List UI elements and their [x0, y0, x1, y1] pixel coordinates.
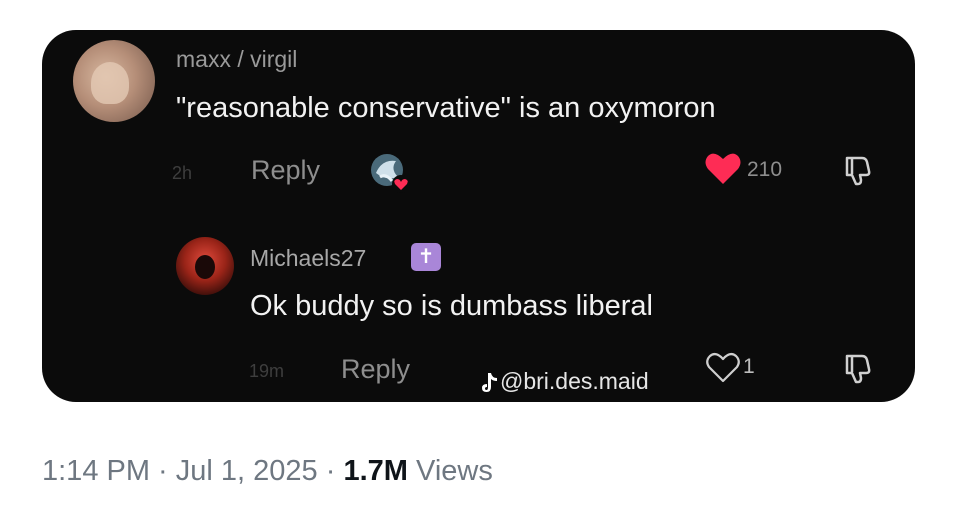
separator: · — [150, 455, 176, 487]
post-date[interactable]: Jul 1, 2025 — [176, 455, 318, 487]
comment-username[interactable]: Michaels27 — [250, 245, 366, 272]
post-time[interactable]: 1:14 PM — [42, 455, 150, 487]
creator-liked-avatar-icon — [371, 154, 410, 193]
avatar[interactable] — [176, 237, 234, 295]
dislike-icon[interactable] — [842, 154, 874, 186]
like-count: 1 — [743, 355, 755, 378]
comment-text: "reasonable conservative" is an oxymoron — [176, 92, 716, 124]
comment-timestamp: 19m — [249, 361, 285, 381]
views-count: 1.7M — [343, 455, 408, 487]
dislike-icon[interactable] — [842, 352, 874, 384]
comment-timestamp: 2h — [172, 163, 193, 183]
comment-username[interactable]: maxx / virgil — [176, 46, 297, 73]
views-label: Views — [407, 455, 493, 487]
like-heart-outline-icon[interactable] — [705, 351, 741, 383]
avatar[interactable] — [73, 40, 155, 122]
cross-badge-icon: ✝ — [411, 243, 441, 271]
watermark-handle: @bri.des.maid — [500, 368, 649, 394]
separator: · — [317, 455, 344, 487]
like-heart-filled-icon[interactable] — [704, 151, 742, 185]
like-count: 210 — [747, 158, 783, 181]
tiktok-logo-icon — [482, 373, 497, 392]
comment-text: Ok buddy so is dumbass liberal — [250, 290, 653, 322]
reply-button[interactable]: Reply — [251, 155, 320, 186]
post-metadata: 1:14 PM · Jul 1, 2025 · 1.7M Views — [42, 455, 493, 488]
reply-button[interactable]: Reply — [341, 354, 410, 385]
comment-thread-card — [42, 30, 915, 402]
